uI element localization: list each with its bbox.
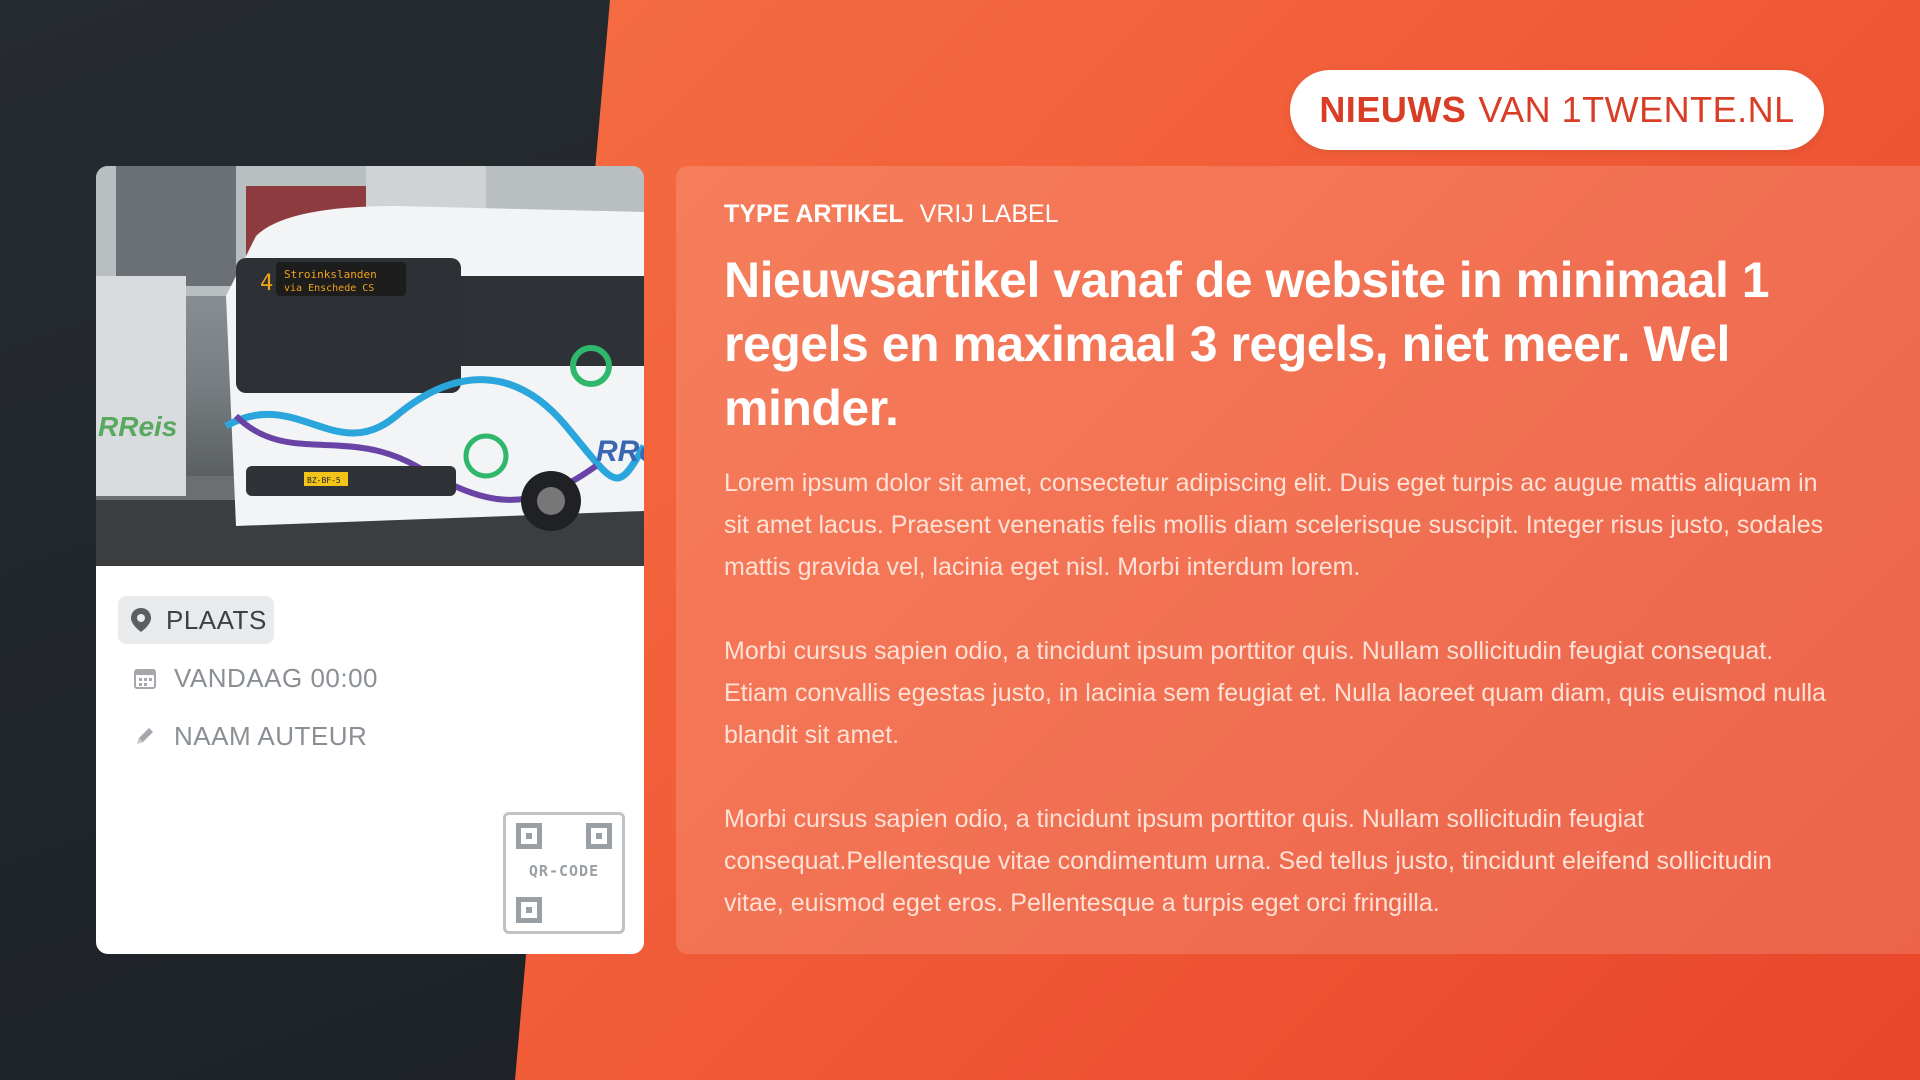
meta-author-label: NAAM AUTEUR: [174, 720, 368, 751]
article-labels: TYPE ARTIKEL VRIJ LABEL: [724, 200, 1059, 229]
bus-license-plate: BZ-BF-5: [307, 476, 341, 485]
meta-place-label: PLAATS: [166, 604, 267, 635]
calendar-icon: [130, 663, 160, 693]
meta-date-label: VANDAAG 00:00: [174, 662, 379, 693]
article-meta-card: Stroinkslanden via Enschede CS 4 BZ-BF-5…: [96, 166, 644, 954]
bus-brand-text: RReis: [596, 435, 644, 468]
qr-finder-top-left: [516, 823, 542, 849]
meta-place: PLAATS: [118, 596, 274, 644]
bus-brand-text-secondary: RReis: [98, 411, 177, 442]
qr-code-icon: QR-CODE: [503, 812, 625, 934]
article-title: Nieuwsartikel vanaf de website in minima…: [724, 252, 1770, 436]
bus-destination-line2: via Enschede CS: [284, 283, 374, 294]
qr-code-label: QR-CODE: [528, 862, 600, 880]
article-content-panel: TYPE ARTIKEL VRIJ LABEL Nieuwsartikel va…: [676, 166, 1920, 954]
meta-author: NAAM AUTEUR: [118, 712, 378, 760]
location-pin-icon: [130, 605, 152, 635]
brand-badge: NIEUWS VAN 1TWENTE.NL: [1290, 70, 1824, 150]
bus-route-number: 4: [260, 271, 273, 296]
qr-finder-bottom-left: [516, 897, 542, 923]
brand-badge-light: VAN 1TWENTE.NL: [1478, 89, 1795, 130]
article-body: Lorem ipsum dolor sit amet, consectetur …: [724, 462, 1834, 966]
article-paragraph: Lorem ipsum dolor sit amet, consectetur …: [724, 469, 1824, 581]
brand-badge-strong: NIEUWS: [1319, 89, 1467, 130]
qr-finder-top-right: [586, 823, 612, 849]
bus-destination-line1: Stroinkslanden: [284, 268, 377, 281]
article-meta: PLAATS VANDAAG 00:00 NAAM AUTEUR: [118, 596, 378, 770]
article-paragraph: Morbi cursus sapien odio, a tincidunt ip…: [724, 805, 1772, 917]
pencil-icon: [130, 721, 160, 751]
article-free-label: VRIJ LABEL: [919, 200, 1059, 228]
bus-photo-illustration: Stroinkslanden via Enschede CS 4 BZ-BF-5…: [96, 166, 644, 566]
article-type-label: TYPE ARTIKEL: [724, 200, 904, 228]
meta-date: VANDAAG 00:00: [118, 654, 378, 702]
article-paragraph: Morbi cursus sapien odio, a tincidunt ip…: [724, 637, 1826, 749]
article-photo: Stroinkslanden via Enschede CS 4 BZ-BF-5…: [96, 166, 644, 566]
